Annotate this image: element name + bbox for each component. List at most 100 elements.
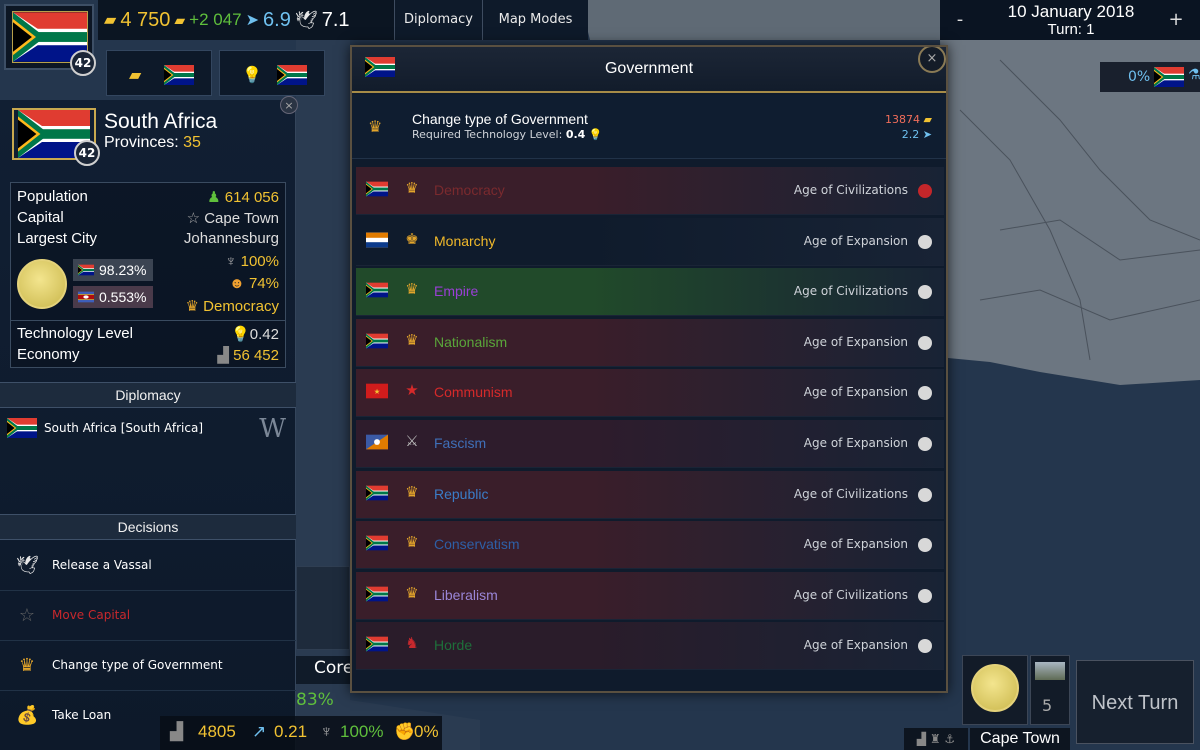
largest-city-row: Largest City Johannesburg [17,230,279,250]
flask-icon: ⚗ [1188,67,1200,83]
decision-move-capital[interactable]: ☆ Move Capital [0,591,296,641]
next-turn-button[interactable]: Next Turn [1076,660,1194,744]
gold-income: +2 047 [189,10,242,29]
clock-icon [918,639,932,654]
close-icon[interactable]: × [918,47,946,73]
government-age: Age of Expansion [803,537,908,552]
province-info-button[interactable]: 5 [1030,655,1070,725]
crown-icon: ♛ [368,117,383,136]
communism-flag: ★ [366,383,388,399]
diplomacy-entry[interactable]: South Africa [South Africa] W [6,414,290,444]
government-name: Empire [434,283,479,300]
south-africa-flag [366,485,388,501]
south-africa-flag [366,333,388,349]
wiki-icon[interactable]: W [259,414,286,444]
government-name: Democracy [434,182,505,198]
clock-icon [918,285,932,300]
government-age: Age of Civilizations [793,486,908,501]
government-option-liberalism[interactable]: ♛ Liberalism Age of Civilizations [356,571,944,620]
crown-icon: ♛ [405,280,419,299]
top-right-indicator[interactable]: 0% ⚗ [1100,62,1200,92]
provinces-label: Provinces: [104,134,179,151]
movement-icon: ➤ [245,12,260,29]
government-option-republic[interactable]: ♛ Republic Age of Civilizations [356,470,944,519]
current-government-indicator [918,184,932,198]
close-icon[interactable]: × [280,96,298,114]
government-name: Nationalism [434,333,508,350]
capital-label: Capital [17,209,64,226]
clock-icon [918,538,932,553]
zoom-out-button[interactable]: - [940,0,980,40]
decision-release-vassal[interactable]: 🕊 Release a Vassal [0,541,296,591]
crown-icon: ♛ [405,330,419,349]
largest-city-label: Largest City [17,230,98,247]
technology-relations-button[interactable]: 💡 [219,50,325,96]
government-option-monarchy[interactable]: ♚ Monarchy Age of Expansion [356,217,944,266]
clock-icon [918,386,932,401]
tab-map-modes[interactable]: Map Modes [482,0,588,40]
province-stats-bar: ▟ 4805 ↗ 0.21 ♆ 100% ✊ 0% [160,716,442,750]
tech-value: 💡0.42 [231,326,279,343]
dove-icon: 🕊 [16,555,39,576]
stability-icon: ♆ [320,722,333,741]
tech-row: Technology Level 💡0.42 [17,325,279,345]
happiness-value: ☻ 74% [229,275,279,292]
province-pie-button[interactable] [962,655,1028,725]
government-name: Conservatism [434,536,520,553]
government-option-communism[interactable]: ★ ★ Communism Age of Expansion [356,369,944,418]
crown-icon: ♛ [18,655,36,676]
government-option-horde[interactable]: ♞ Horde Age of Expansion [356,622,944,671]
dove-icon: 🕊 [294,9,318,30]
rebel-icon: ✊ [394,722,416,741]
south-africa-flag [366,586,388,602]
south-africa-flag [1154,67,1184,87]
happiness-row: ☻ 74% [161,275,279,295]
rank-badge: 42 [70,50,96,76]
government-name: Horde [434,637,473,654]
crown-icon: ♛ [405,482,419,501]
economy-value: ▟ 56 452 [217,347,279,364]
change-government-summary: ♛ Change type of Government Required Tec… [352,95,946,159]
government-value[interactable]: ♛ Democracy [186,297,279,315]
decision-change-government[interactable]: ♛ Change type of Government [0,641,296,691]
province-buildings-icons: ▟ ♜ ⚓ [904,728,968,750]
clock-icon [918,588,932,603]
largest-city-value[interactable]: Johannesburg [184,230,279,247]
player-flag-button[interactable]: 42 [4,4,96,76]
eswatini-flag [78,291,94,303]
south-africa-flag [366,282,388,298]
dialog-title: Government [604,60,694,77]
industry-value: 4805 [198,722,236,741]
gold-icon: ▰ [129,65,142,84]
government-option-fascism[interactable]: ⚔ Fascism Age of Expansion [356,420,944,468]
government-option-nationalism[interactable]: ♛ Nationalism Age of Expansion [356,318,944,367]
government-name: Republic [434,485,489,502]
province-name-label[interactable]: Cape Town [970,728,1070,750]
government-age: Age of Expansion [803,436,908,450]
landscape-thumbnail [1035,662,1065,680]
economy-relations-button[interactable]: ▰ [106,50,212,96]
government-option-conservatism[interactable]: ♛ Conservatism Age of Expansion [356,521,944,570]
lightbulb-icon: 💡 [242,65,262,84]
government-name: Communism [434,384,513,401]
turn-counter: Turn: 1 [1047,21,1095,38]
clock-icon [918,234,932,249]
stability-row: ♆ 100% [161,253,279,273]
zoom-in-button[interactable]: + [1156,0,1196,40]
decision-label: Take Loan [52,708,112,722]
clock-icon [918,335,932,350]
government-option-empire[interactable]: ♛ Empire Age of Civilizations [356,268,944,317]
government-name: Fascism [434,435,487,451]
top-right-pct: 0% [1128,69,1151,85]
south-africa-flag [6,418,38,438]
south-africa-flag [163,65,195,85]
capital-value[interactable]: ☆ Cape Town [187,209,279,227]
province-action-bar[interactable] [296,566,350,650]
government-option-democracy[interactable]: ♛ Democracy Age of Civilizations [356,167,944,215]
stability-value: 100% [340,722,384,741]
country-rank-badge: 42 [74,140,100,166]
tab-diplomacy[interactable]: Diplomacy [394,0,482,40]
culture-pct-primary: 98.23% [73,259,153,281]
diplomacy-header: Diplomacy [0,382,296,408]
province-pie-chart [971,664,1019,712]
